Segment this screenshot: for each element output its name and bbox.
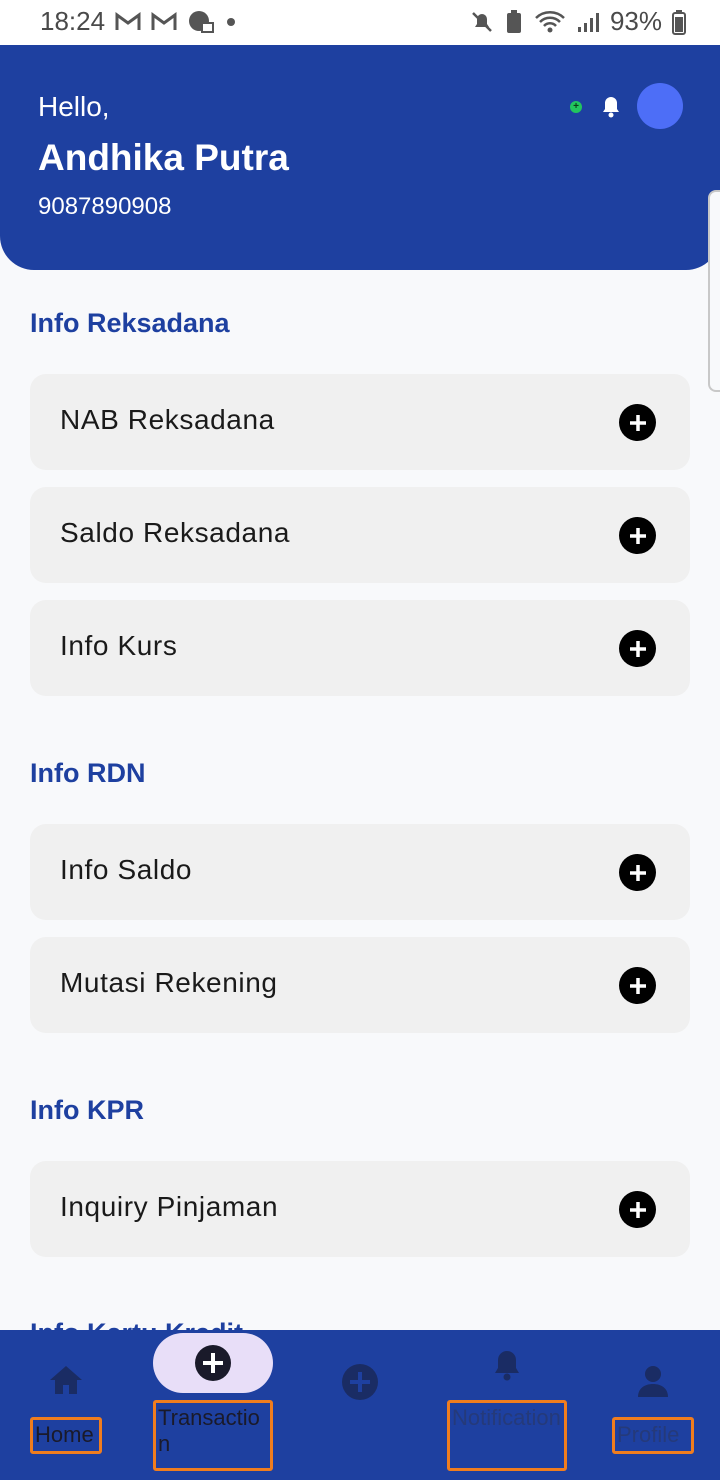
menu-item-label: Info Kurs: [60, 630, 178, 661]
status-time: 18:24: [40, 6, 106, 36]
expand-plus-icon[interactable]: [619, 854, 656, 891]
profile-header: Hello, Andhika Putra 9087890908 +: [0, 45, 720, 270]
section-title-info-kpr: Info KPR: [30, 1095, 144, 1125]
section-title-info-reksadana: Info Reksadana: [30, 308, 230, 338]
menu-item-info-kurs[interactable]: Info Kurs: [30, 600, 690, 696]
nav-home-label[interactable]: Home: [30, 1417, 102, 1454]
menu-item-label: Inquiry Pinjaman: [60, 1191, 279, 1222]
battery-icon: [672, 9, 686, 35]
chat-icon: [187, 9, 215, 35]
menu-item-mutasi-rekening[interactable]: Mutasi Rekening: [30, 937, 690, 1033]
expand-plus-icon[interactable]: [619, 630, 656, 667]
expand-plus-icon[interactable]: [619, 967, 656, 1004]
menu-item-label: Saldo Reksadana: [60, 517, 291, 548]
nav-transaction-label[interactable]: Transaction: [153, 1400, 273, 1471]
signal-icon: [576, 10, 600, 34]
home-icon[interactable]: [48, 1364, 84, 1401]
menu-item-info-saldo[interactable]: Info Saldo: [30, 824, 690, 920]
menu-item-label: Info Saldo: [60, 854, 193, 885]
mute-icon: [470, 10, 494, 34]
expand-plus-icon[interactable]: [619, 404, 656, 441]
menu-item-label: NAB Reksadana: [60, 404, 275, 435]
notification-bell-icon[interactable]: [599, 93, 623, 119]
nav-transaction-indicator[interactable]: [153, 1333, 273, 1393]
app-screen: 18:24 93% Hello, Andhika Putra 908789090…: [0, 0, 720, 1480]
status-right: 93%: [470, 6, 686, 37]
wifi-icon: [534, 10, 566, 34]
online-status-icon: +: [570, 101, 582, 113]
menu-item-label: Mutasi Rekening: [60, 967, 278, 998]
person-icon[interactable]: [636, 1364, 670, 1403]
bottom-navigation: Home Transaction Notification Profile: [0, 1330, 720, 1480]
expand-plus-icon[interactable]: [619, 517, 656, 554]
avatar[interactable]: [637, 83, 683, 129]
account-number: 9087890908: [38, 193, 172, 220]
greeting-text: Hello,: [38, 91, 110, 122]
nav-profile-label[interactable]: Profile: [612, 1417, 694, 1454]
battery-percent: 93%: [609, 6, 662, 36]
user-name: Andhika Putra: [38, 137, 289, 178]
scrollbar[interactable]: [708, 190, 720, 392]
menu-item-saldo-reksadana[interactable]: Saldo Reksadana: [30, 487, 690, 583]
nav-notification-label[interactable]: Notification: [447, 1400, 567, 1471]
add-circle-icon[interactable]: [341, 1363, 379, 1406]
menu-item-nab-reksadana[interactable]: NAB Reksadana: [30, 374, 690, 470]
bell-icon[interactable]: [491, 1346, 523, 1387]
gmail-icon: [151, 11, 177, 32]
status-left: 18:24: [40, 6, 237, 37]
gmail-icon: [115, 11, 141, 32]
section-title-info-rdn: Info RDN: [30, 758, 146, 788]
menu-item-inquiry-pinjaman[interactable]: Inquiry Pinjaman: [30, 1161, 690, 1257]
expand-plus-icon[interactable]: [619, 1191, 656, 1228]
status-bar: 18:24 93%: [0, 0, 720, 45]
battery-saver-icon: [504, 9, 524, 35]
dot-icon: [225, 16, 237, 28]
